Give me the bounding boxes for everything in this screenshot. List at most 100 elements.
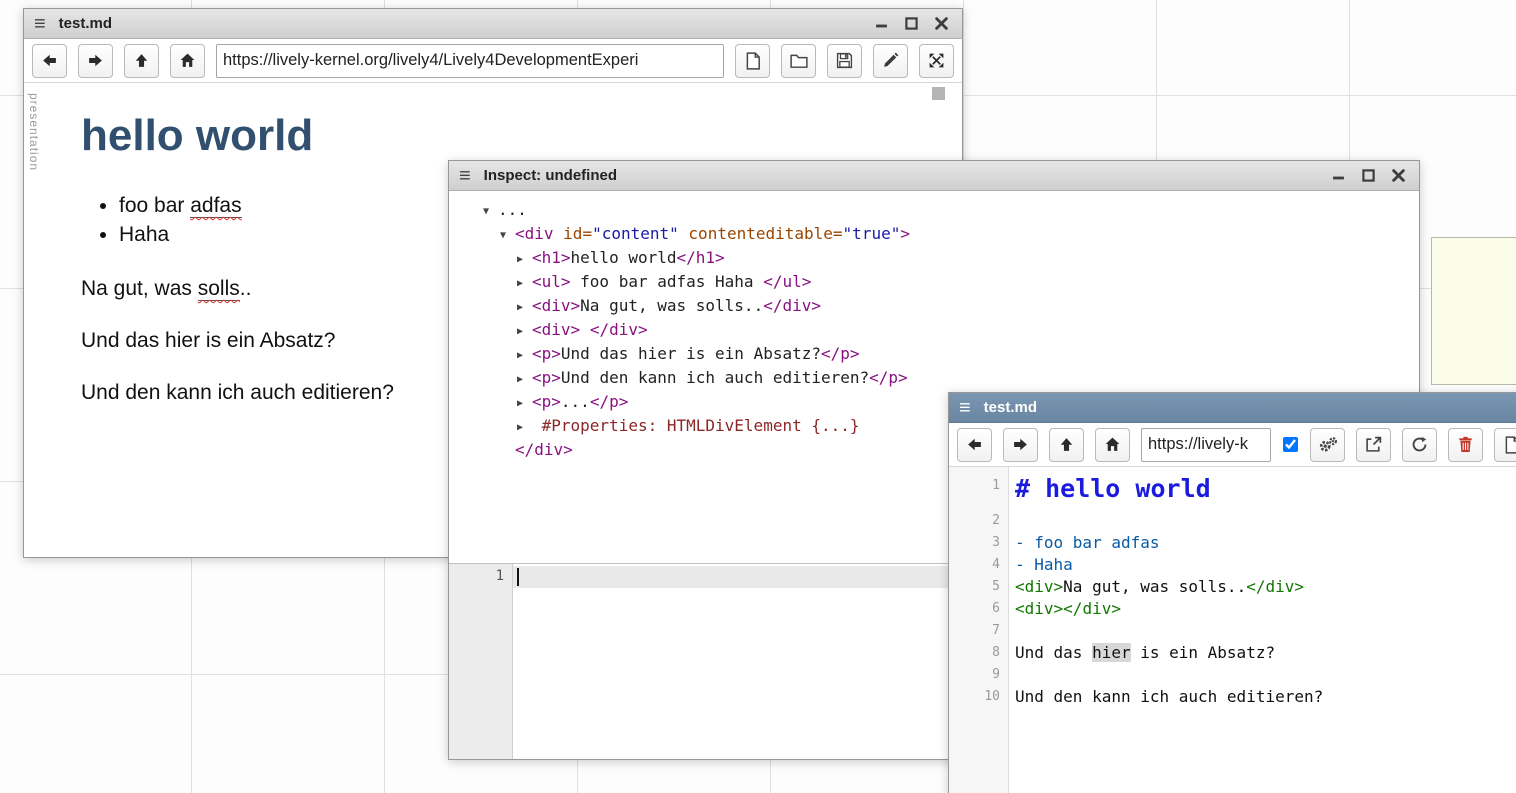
expand-button[interactable] [919,44,954,78]
delete-button[interactable] [1448,428,1483,462]
url-input[interactable] [216,44,724,78]
text-segment: </h1> [677,248,725,267]
auto-update-checkbox[interactable] [1283,437,1298,452]
line-number: 1 [949,471,1009,510]
line-number: 8 [949,642,1009,664]
editor-line[interactable]: 5<div>Na gut, was solls..</div> [949,576,1516,598]
editor-line[interactable]: 3- foo bar adfas [949,532,1516,554]
url-input[interactable] [1141,428,1271,462]
editor-line[interactable]: 7 [949,620,1516,642]
disclosure-arrow-icon[interactable]: ▶ [517,249,532,271]
text-segment: #Properties: HTMLDivElement {...} [532,416,860,435]
tree-node[interactable]: ▶<h1>hello world</h1> [449,247,1419,271]
text-segment: Und das hier is ein Absatz? [81,329,335,352]
window-titlebar[interactable]: ≡ test.md [24,9,962,39]
edit-button[interactable] [873,44,908,78]
code-line[interactable] [1009,664,1015,686]
refresh-button[interactable] [1402,428,1437,462]
text-segment: </div> [763,296,821,315]
line-number: 4 [949,554,1009,576]
text-segment: # hello world [1015,474,1211,503]
text-segment: </div> [590,320,648,339]
text-segment: Na gut, was [81,277,198,300]
tree-node[interactable]: ▼... [449,199,1419,223]
maximize-button[interactable] [905,17,918,30]
home-button[interactable] [170,44,205,78]
text-segment: <div [515,224,563,243]
window-title: Inspect: undefined [484,167,617,184]
window-titlebar[interactable]: ≡ Inspect: undefined [449,161,1419,191]
close-button[interactable] [1392,169,1405,182]
up-button[interactable] [1049,428,1084,462]
back-button[interactable] [957,428,992,462]
editor-line[interactable]: 2 [949,510,1516,532]
editor-line[interactable]: 6<div></div> [949,598,1516,620]
code-line[interactable]: # hello world [1009,471,1211,510]
maximize-button[interactable] [1362,169,1375,182]
code-line[interactable]: <div>Na gut, was solls..</div> [1009,576,1304,598]
disclosure-arrow-icon[interactable]: ▶ [517,321,532,343]
minimize-button[interactable] [875,17,888,30]
back-icon [41,52,58,69]
code-line[interactable]: Und das hier is ein Absatz? [1009,642,1275,664]
editor-line[interactable]: 8Und das hier is ein Absatz? [949,642,1516,664]
code-line[interactable]: - Haha [1009,554,1073,576]
tree-node[interactable]: ▶<div>Na gut, was solls..</div> [449,295,1419,319]
code-line[interactable] [1009,510,1015,532]
up-icon [1058,436,1075,453]
tree-node[interactable]: ▶<p>Und das hier is ein Absatz?</p> [449,343,1419,367]
code-line[interactable] [1009,620,1015,642]
minimize-icon [875,17,888,30]
disclosure-arrow-icon[interactable]: ▶ [517,393,532,415]
minimize-button[interactable] [1332,169,1345,182]
editor-line[interactable]: 1# hello world [949,471,1516,510]
page-title[interactable]: hello world [81,111,922,161]
disclosure-arrow-icon[interactable]: ▶ [517,417,532,439]
tree-node[interactable]: ▼<div id="content" contenteditable="true… [449,223,1419,247]
tree-node[interactable]: ▶<p>Und den kann ich auch editieren?</p> [449,367,1419,391]
save-button[interactable] [827,44,862,78]
tree-node[interactable]: ▶<div> </div> [449,319,1419,343]
forward-button[interactable] [1003,428,1038,462]
window-titlebar[interactable]: ≡ test.md [949,393,1516,423]
editor-line[interactable]: 4- Haha [949,554,1516,576]
text-cursor [517,568,519,586]
disclosure-arrow-icon[interactable]: ▶ [517,345,532,367]
new-file-button[interactable] [735,44,770,78]
open-external-button[interactable] [1356,428,1391,462]
text-segment: foo bar adfas Haha [571,272,764,291]
line-number: 3 [949,532,1009,554]
code-editor[interactable]: 1# hello world23- foo bar adfas4- Haha5<… [949,467,1516,793]
maximize-icon [1362,169,1375,182]
forward-button[interactable] [78,44,113,78]
forward-icon [87,52,104,69]
editor-line[interactable]: 10Und den kann ich auch editieren? [949,686,1516,708]
navigation-toolbar [949,423,1516,467]
code-line[interactable]: - foo bar adfas [1009,532,1160,554]
close-button[interactable] [935,17,948,30]
text-segment: is ein Absatz? [1131,643,1276,662]
home-icon [1104,436,1121,453]
resize-handle[interactable] [932,87,945,100]
disclosure-arrow-icon[interactable]: ▶ [517,369,532,391]
window-menu-icon[interactable]: ≡ [459,166,471,186]
window-menu-icon[interactable]: ≡ [959,398,971,418]
window-menu-icon[interactable]: ≡ [34,14,46,34]
editor-line[interactable]: 9 [949,664,1516,686]
folder-button[interactable] [781,44,816,78]
up-button[interactable] [124,44,159,78]
code-line[interactable]: Und den kann ich auch editieren? [1009,686,1323,708]
disclosure-arrow-icon[interactable]: ▼ [483,201,498,223]
code-line[interactable]: <div></div> [1009,598,1121,620]
settings-button[interactable] [1310,428,1345,462]
line-number: 10 [949,686,1009,708]
new-file-button[interactable] [1494,428,1516,462]
disclosure-arrow-icon[interactable]: ▶ [517,273,532,295]
home-icon [179,52,196,69]
back-button[interactable] [32,44,67,78]
tree-node[interactable]: ▶<ul> foo bar adfas Haha </ul> [449,271,1419,295]
home-button[interactable] [1095,428,1130,462]
text-segment: "true" [843,224,901,243]
disclosure-arrow-icon[interactable]: ▼ [500,225,515,247]
disclosure-arrow-icon[interactable]: ▶ [517,297,532,319]
